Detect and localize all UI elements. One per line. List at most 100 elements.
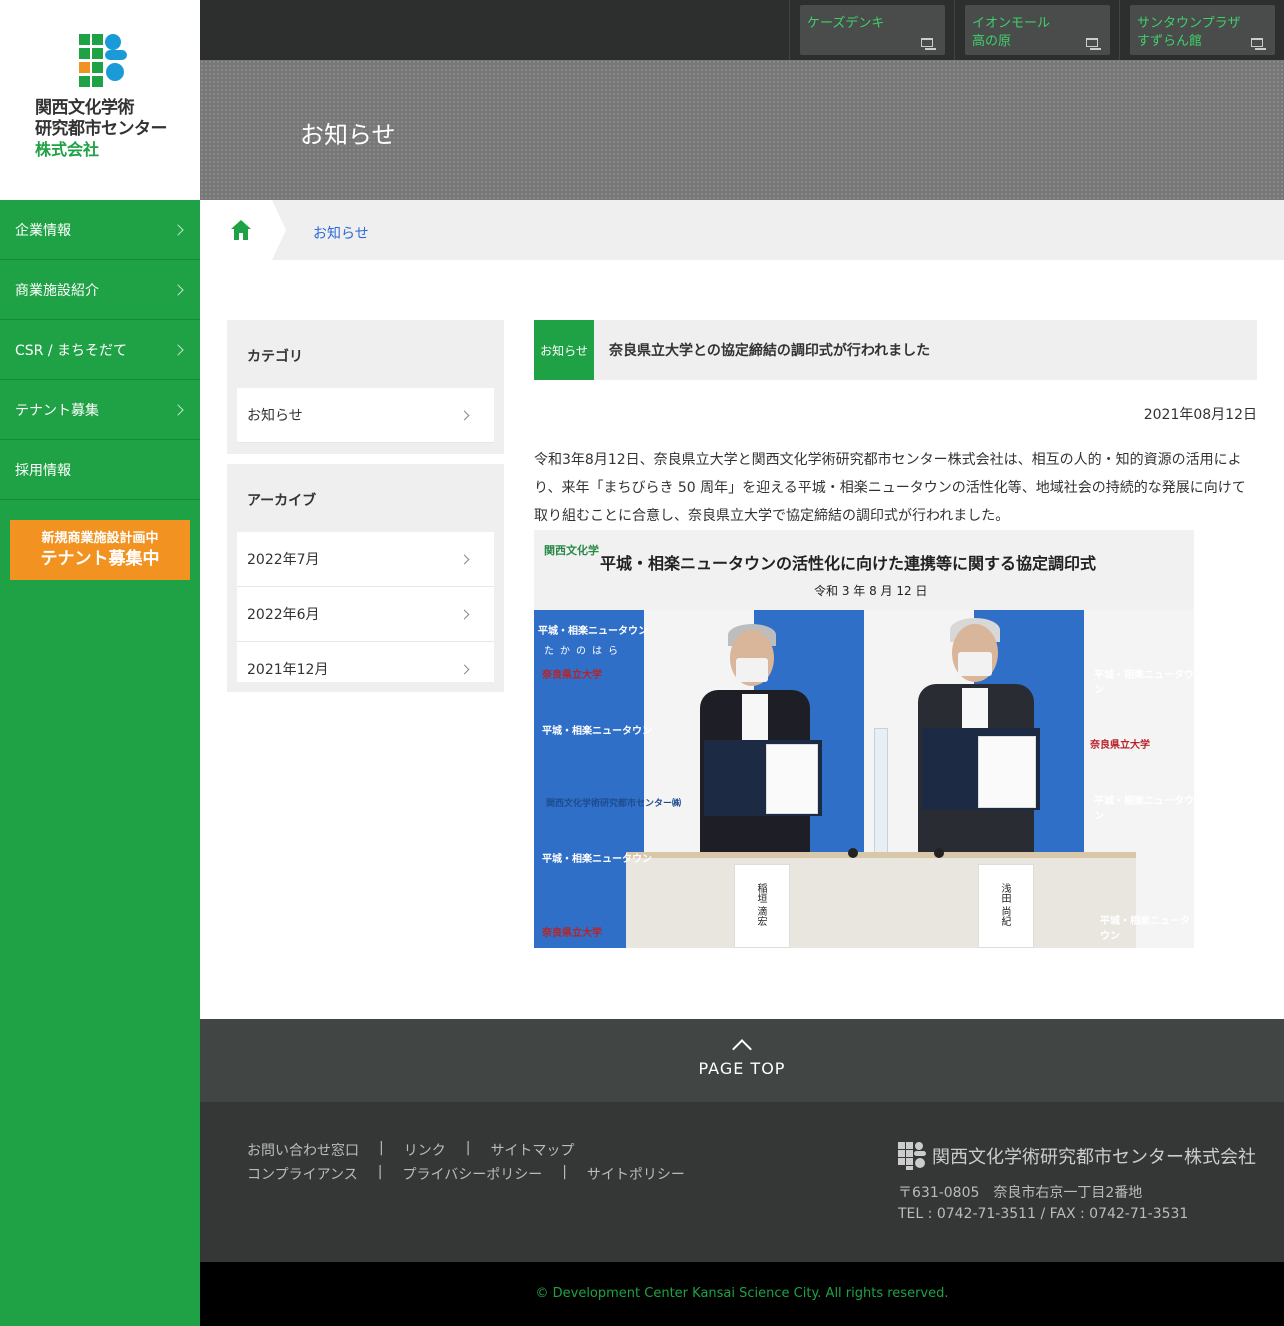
footer-links-row1: お問い合わせ窓口 | リンク | サイトマップ xyxy=(247,1140,574,1160)
nameplate-right: 浅田 尚紀 xyxy=(978,864,1034,948)
photo-banner-logo: 関西文化学 xyxy=(544,544,599,557)
chevron-right-icon xyxy=(459,664,470,674)
shop-link-box: イオンモール 高の原 xyxy=(965,5,1110,55)
article-photo: 関西文化学 平城・相楽ニュータウンの活性化に向けた連携等に関する協定調印式 令和… xyxy=(534,530,1194,948)
copyright-text: © Development Center Kansai Science City… xyxy=(535,1286,949,1301)
backdrop-text: 平城・相楽ニュータウン xyxy=(538,626,648,637)
shop-name: サンタウンプラザ xyxy=(1137,16,1241,31)
nameplate-left-text: 稲垣 滴宏 xyxy=(755,883,766,927)
sidebar-item-label: 商業施設紹介 xyxy=(15,282,99,299)
footer-link-privacy[interactable]: プライバシーポリシー xyxy=(402,1164,542,1184)
chevron-right-icon xyxy=(459,554,470,564)
sidebar-item-label: CSR / まちそだて xyxy=(15,342,128,359)
photo-banner-title: 平城・相楽ニュータウンの活性化に向けた連携等に関する協定調印式 xyxy=(600,554,1097,573)
shop-link-aeonmall[interactable]: イオンモール 高の原 xyxy=(954,0,1119,60)
sidebar-item-company[interactable]: 企業情報 xyxy=(0,200,200,260)
article-date: 2021年08月12日 xyxy=(1143,407,1257,423)
category-item[interactable]: お知らせ xyxy=(237,388,494,443)
backdrop-text: 平城・相楽ニュータウン xyxy=(542,854,652,865)
archive-item[interactable]: 2022年7月 xyxy=(237,532,494,587)
footer-company-name: 関西文化学術研究都市センター株式会社 xyxy=(932,1147,1256,1168)
archive-item-label: 2021年12月 xyxy=(247,662,329,678)
backdrop-text: たかのはら xyxy=(544,646,624,657)
sidebar-item-label: 企業情報 xyxy=(15,222,71,239)
archive-panel-title: アーカイブ xyxy=(247,493,317,509)
archive-item-label: 2022年7月 xyxy=(247,552,320,568)
nameplate-right-text: 浅田 尚紀 xyxy=(999,883,1010,927)
footer-link-sitemap[interactable]: サイトマップ xyxy=(490,1140,574,1160)
archive-item[interactable]: 2021年12月 xyxy=(237,642,494,682)
backdrop-text: 平城・相楽ニュータウン xyxy=(1100,916,1190,942)
footer-link-sitepolicy[interactable]: サイトポリシー xyxy=(587,1164,685,1184)
nameplate-left: 稲垣 滴宏 xyxy=(734,864,790,948)
footer-separator: | xyxy=(379,1140,384,1156)
category-panel: カテゴリ お知らせ xyxy=(227,320,504,454)
footer-link-contact[interactable]: お問い合わせ窓口 xyxy=(247,1140,359,1160)
shop-name: ケーズデンキ xyxy=(807,16,885,31)
shop-name: イオンモール xyxy=(972,16,1051,31)
sidebar-item-facilities[interactable]: 商業施設紹介 xyxy=(0,260,200,320)
footer-link-compliance[interactable]: コンプライアンス xyxy=(247,1164,358,1184)
copyright-bar: © Development Center Kansai Science City… xyxy=(200,1262,1284,1326)
chevron-up-icon xyxy=(732,1039,752,1059)
logo-text-line3: 株式会社 xyxy=(35,140,100,159)
sidebar-item-recruit[interactable]: 採用情報 xyxy=(0,440,200,500)
breadcrumb-current[interactable]: お知らせ xyxy=(313,223,369,243)
footer-company: 関西文化学術研究都市センター株式会社 xyxy=(898,1142,1256,1170)
footer-address: 〒631-0805 奈良市右京一丁目2番地 xyxy=(898,1185,1143,1201)
chevron-right-icon xyxy=(172,283,184,296)
article-body: 令和3年8月12日、奈良県立大学と関西文化学術研究都市センター株式会社は、相互の… xyxy=(534,452,1246,524)
backdrop-text: 奈良県立大学 xyxy=(542,928,602,939)
backdrop-text: 奈良県立大学 xyxy=(542,670,602,681)
sidebar-item-tenant[interactable]: テナント募集 xyxy=(0,380,200,440)
footer: お問い合わせ窓口 | リンク | サイトマップ コンプライアンス | プライバシ… xyxy=(200,1102,1284,1262)
breadcrumb-home[interactable] xyxy=(200,200,286,260)
sidebar: 関西文化学術 研究都市センター 株式会社 企業情報 商業施設紹介 CSR / ま… xyxy=(0,0,200,1326)
page-top-button[interactable]: PAGE TOP xyxy=(200,1019,1284,1102)
chevron-right-icon xyxy=(459,410,470,420)
backdrop-text: 平城・相楽ニュータウン xyxy=(1094,796,1194,822)
archive-item-label: 2022年6月 xyxy=(247,607,320,623)
sidebar-item-label: 採用情報 xyxy=(15,462,71,479)
shop-link-suntown[interactable]: サンタウンプラザ すずらん館 xyxy=(1119,0,1284,60)
article: お知らせ 奈良県立大学との協定締結の調印式が行われました 2021年08月12日… xyxy=(534,320,1257,948)
photo-banner-date: 令和 3 年 8 月 12 日 xyxy=(814,584,928,598)
external-window-icon xyxy=(1086,38,1101,50)
site-logo[interactable]: 関西文化学術 研究都市センター 株式会社 xyxy=(0,0,200,200)
page-hero: お知らせ xyxy=(200,60,1284,200)
banner-line2: テナント募集中 xyxy=(40,549,160,569)
category-panel-title: カテゴリ xyxy=(247,349,303,365)
photo-banner: 関西文化学 平城・相楽ニュータウンの活性化に向けた連携等に関する協定調印式 令和… xyxy=(534,530,1194,610)
backdrop-text: 奈良県立大学 xyxy=(1090,740,1150,751)
sidebar-item-label: テナント募集 xyxy=(15,402,99,419)
backdrop-text: 関西文化学術研究都市センター㈱ xyxy=(546,799,682,809)
chevron-right-icon xyxy=(172,223,184,236)
footer-link-links[interactable]: リンク xyxy=(404,1140,446,1160)
footer-tel: TEL : 0742-71-3511 / FAX : 0742-71-3531 xyxy=(898,1206,1189,1222)
shop-link-box: ケーズデンキ xyxy=(800,5,945,55)
breadcrumb: お知らせ xyxy=(200,200,1284,260)
tenant-recruit-banner[interactable]: 新規商業施設計画中 テナント募集中 xyxy=(10,520,190,580)
external-window-icon xyxy=(1251,38,1266,50)
microphone-icon xyxy=(934,848,944,858)
article-category-badge: お知らせ xyxy=(534,320,594,380)
backdrop-text: 平城・相楽ニュータウン xyxy=(542,726,652,737)
microphone-icon xyxy=(848,848,858,858)
table xyxy=(626,858,1136,948)
shop-link-ksdenki[interactable]: ケーズデンキ xyxy=(789,0,954,60)
logo-mark-icon xyxy=(79,34,127,87)
footer-separator: | xyxy=(465,1140,471,1156)
logo-text-line2: 研究都市センター xyxy=(35,119,168,139)
chevron-right-icon xyxy=(459,609,470,619)
chevron-right-icon xyxy=(172,343,184,356)
footer-separator: | xyxy=(562,1164,567,1180)
sidebar-nav: 企業情報 商業施設紹介 CSR / まちそだて テナント募集 採用情報 xyxy=(0,200,200,500)
archive-list[interactable]: 2022年7月 2022年6月 2021年12月 xyxy=(227,532,504,682)
company-logo-icon xyxy=(898,1142,926,1170)
category-item-label: お知らせ xyxy=(247,408,303,424)
archive-item[interactable]: 2022年6月 xyxy=(237,587,494,642)
page-title: お知らせ xyxy=(300,121,396,149)
acrylic-partition xyxy=(874,728,888,864)
external-window-icon xyxy=(921,38,936,50)
sidebar-item-csr[interactable]: CSR / まちそだて xyxy=(0,320,200,380)
